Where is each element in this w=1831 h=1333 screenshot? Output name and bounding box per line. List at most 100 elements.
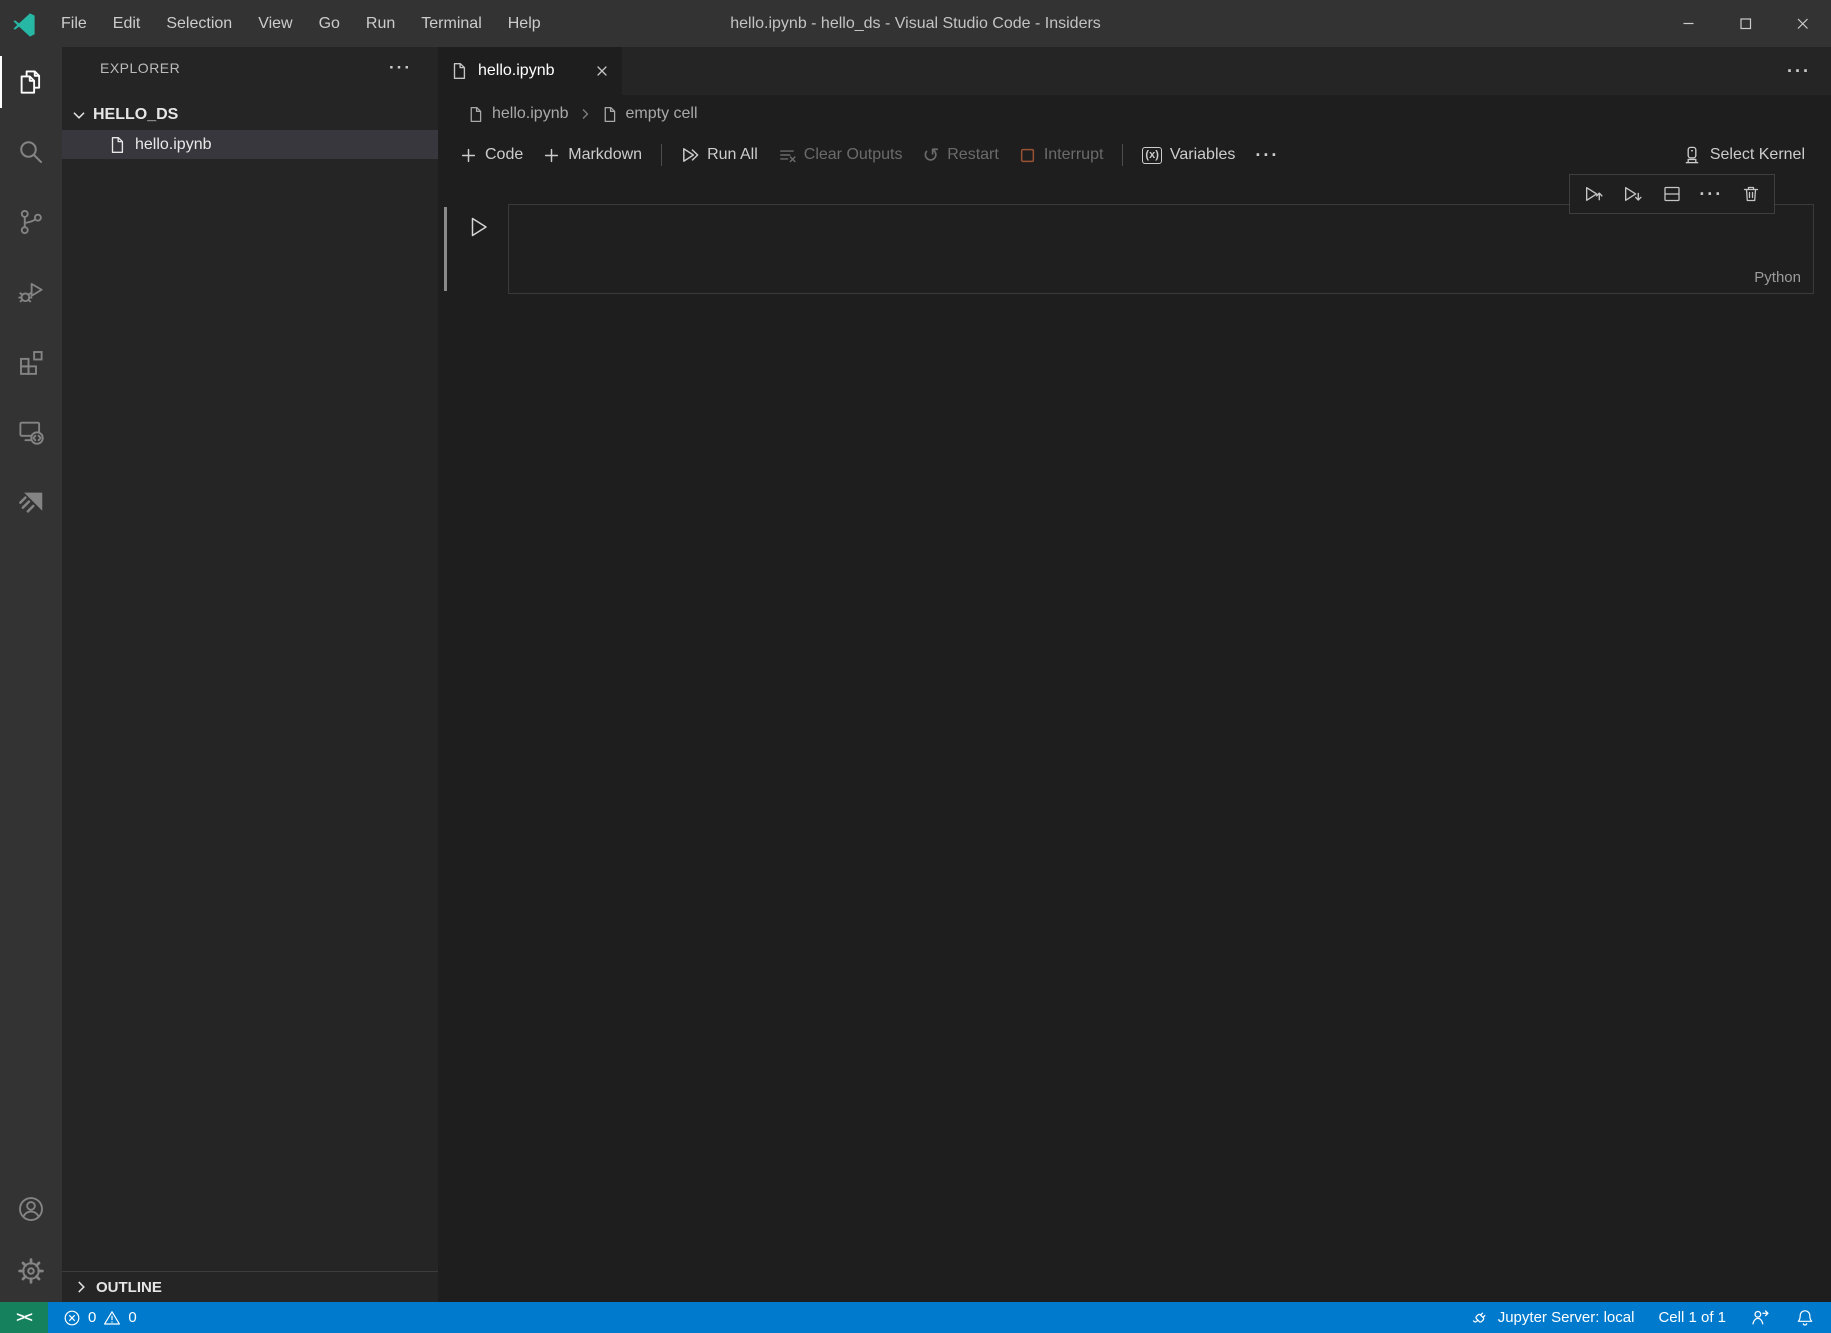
activity-run-debug-button[interactable] bbox=[0, 257, 62, 327]
jupyter-server-indicator[interactable]: Jupyter Server: local bbox=[1471, 1308, 1634, 1327]
split-cell-button[interactable] bbox=[1656, 178, 1688, 210]
maximize-button[interactable] bbox=[1717, 0, 1774, 47]
breadcrumb: hello.ipynb empty cell bbox=[438, 95, 1831, 133]
activity-remote-explorer-button[interactable] bbox=[0, 397, 62, 467]
run-below-icon bbox=[1622, 184, 1643, 205]
menu-go[interactable]: Go bbox=[306, 15, 353, 33]
accounts-button[interactable] bbox=[0, 1178, 62, 1240]
run-and-debug-icon bbox=[16, 277, 46, 307]
delete-cell-button[interactable] bbox=[1735, 178, 1767, 210]
problems-indicator[interactable]: 0 0 bbox=[48, 1309, 137, 1327]
cell-more-actions-button[interactable]: ··· bbox=[1695, 178, 1727, 210]
cell-language-picker[interactable]: Python bbox=[1754, 269, 1801, 286]
execute-above-button[interactable] bbox=[1577, 178, 1609, 210]
plus-icon bbox=[460, 147, 477, 164]
ellipsis-icon: ··· bbox=[1699, 184, 1724, 204]
cell-code-editor[interactable]: Python bbox=[508, 204, 1814, 294]
extensions-icon bbox=[16, 347, 46, 377]
run-all-icon bbox=[681, 146, 699, 164]
run-cell-button[interactable] bbox=[464, 213, 492, 241]
tab-label: hello.ipynb bbox=[478, 62, 555, 79]
variables-icon: (x) bbox=[1142, 146, 1162, 164]
toolbar-separator bbox=[1122, 144, 1124, 166]
main-area: EXPLORER ··· HELLO_DS hello.ipynb OUTLIN… bbox=[0, 47, 1831, 1302]
chevron-down-icon bbox=[70, 106, 88, 124]
notebook-body: ··· Python bbox=[438, 174, 1831, 1302]
tab-close-button[interactable] bbox=[594, 63, 610, 79]
variables-button[interactable]: (x) Variables bbox=[1132, 139, 1245, 171]
restart-kernel-button[interactable]: ↺ Restart bbox=[912, 139, 1008, 171]
execute-below-button[interactable] bbox=[1617, 178, 1649, 210]
account-icon bbox=[16, 1194, 46, 1224]
menu-view[interactable]: View bbox=[245, 15, 305, 33]
error-count: 0 bbox=[88, 1309, 97, 1326]
notebook-cell: Python bbox=[438, 204, 1831, 294]
plus-icon bbox=[543, 147, 560, 164]
editor-more-actions-button[interactable]: ··· bbox=[1787, 47, 1811, 95]
status-bar-right: Jupyter Server: local Cell 1 of 1 bbox=[1471, 1307, 1831, 1328]
notebook-more-actions-button[interactable]: ··· bbox=[1245, 139, 1289, 171]
menu-selection[interactable]: Selection bbox=[153, 15, 245, 33]
activity-bar-bottom bbox=[0, 1178, 62, 1302]
activity-bar bbox=[0, 47, 62, 1302]
sidebar-empty-space bbox=[62, 159, 438, 1271]
tab-hello-ipynb[interactable]: hello.ipynb bbox=[438, 47, 622, 95]
search-icon bbox=[16, 137, 46, 167]
run-all-button[interactable]: Run All bbox=[671, 139, 768, 171]
ellipsis-icon: ··· bbox=[1787, 61, 1811, 81]
interrupt-label: Interrupt bbox=[1043, 146, 1104, 163]
status-bar: >< 0 0 Jupyter Server: local Cell 1 of 1 bbox=[0, 1302, 1831, 1333]
outline-section-header[interactable]: OUTLINE bbox=[62, 1271, 438, 1302]
cell-position-label: Cell 1 of 1 bbox=[1658, 1309, 1726, 1326]
minimize-button[interactable] bbox=[1660, 0, 1717, 47]
breadcrumb-file[interactable]: hello.ipynb bbox=[492, 105, 569, 123]
file-icon bbox=[467, 106, 484, 123]
activity-search-button[interactable] bbox=[0, 117, 62, 187]
vscode-window: File Edit Selection View Go Run Terminal… bbox=[0, 0, 1831, 1333]
add-markdown-cell-button[interactable]: Markdown bbox=[533, 139, 652, 171]
breadcrumb-cell[interactable]: empty cell bbox=[626, 105, 698, 123]
restart-icon: ↺ bbox=[922, 143, 940, 167]
kernel-icon bbox=[1682, 145, 1702, 165]
interrupt-button[interactable]: Interrupt bbox=[1009, 139, 1114, 171]
menu-help[interactable]: Help bbox=[495, 15, 554, 33]
select-kernel-button[interactable]: Select Kernel bbox=[1672, 139, 1815, 171]
gear-icon bbox=[16, 1256, 46, 1286]
menu-file[interactable]: File bbox=[48, 15, 100, 33]
menu-run[interactable]: Run bbox=[353, 15, 408, 33]
vscode-insiders-logo-icon bbox=[0, 11, 48, 37]
file-icon bbox=[108, 136, 126, 154]
tab-bar: hello.ipynb ··· bbox=[438, 47, 1831, 95]
activity-source-control-button[interactable] bbox=[0, 187, 62, 257]
remote-indicator[interactable]: >< bbox=[0, 1302, 48, 1333]
cell-position-indicator[interactable]: Cell 1 of 1 bbox=[1658, 1309, 1726, 1326]
clear-outputs-button[interactable]: Clear Outputs bbox=[768, 139, 913, 171]
variables-label: Variables bbox=[1169, 146, 1236, 163]
explorer-more-actions-button[interactable]: ··· bbox=[389, 59, 412, 76]
menu-terminal[interactable]: Terminal bbox=[408, 15, 494, 33]
settings-button[interactable] bbox=[0, 1240, 62, 1302]
source-control-icon bbox=[16, 207, 46, 237]
sidebar-header: EXPLORER ··· bbox=[62, 47, 438, 89]
folder-section-hello-ds[interactable]: HELLO_DS bbox=[62, 100, 438, 130]
person-feedback-icon bbox=[1750, 1307, 1771, 1328]
restart-label: Restart bbox=[947, 146, 999, 163]
feedback-button[interactable] bbox=[1750, 1307, 1771, 1328]
file-item-hello-ipynb[interactable]: hello.ipynb bbox=[62, 130, 438, 159]
menu-edit[interactable]: Edit bbox=[100, 15, 154, 33]
window-controls bbox=[1660, 0, 1831, 47]
add-code-cell-button[interactable]: Code bbox=[450, 139, 533, 171]
editor-group: hello.ipynb ··· hello.ipynb empty cell C… bbox=[438, 47, 1831, 1302]
add-markdown-label: Markdown bbox=[568, 146, 643, 163]
activity-explorer-button[interactable] bbox=[0, 47, 62, 117]
activity-extensions-button[interactable] bbox=[0, 327, 62, 397]
interrupt-stop-icon bbox=[1019, 147, 1036, 164]
activity-extension-triangle-button[interactable] bbox=[0, 467, 62, 537]
clear-outputs-label: Clear Outputs bbox=[803, 146, 903, 163]
maximize-icon bbox=[1737, 15, 1754, 32]
notifications-button[interactable] bbox=[1795, 1308, 1815, 1328]
close-window-button[interactable] bbox=[1774, 0, 1831, 47]
add-code-label: Code bbox=[485, 146, 524, 163]
paper-plane-extension-icon bbox=[16, 487, 46, 517]
minimize-icon bbox=[1680, 15, 1697, 32]
